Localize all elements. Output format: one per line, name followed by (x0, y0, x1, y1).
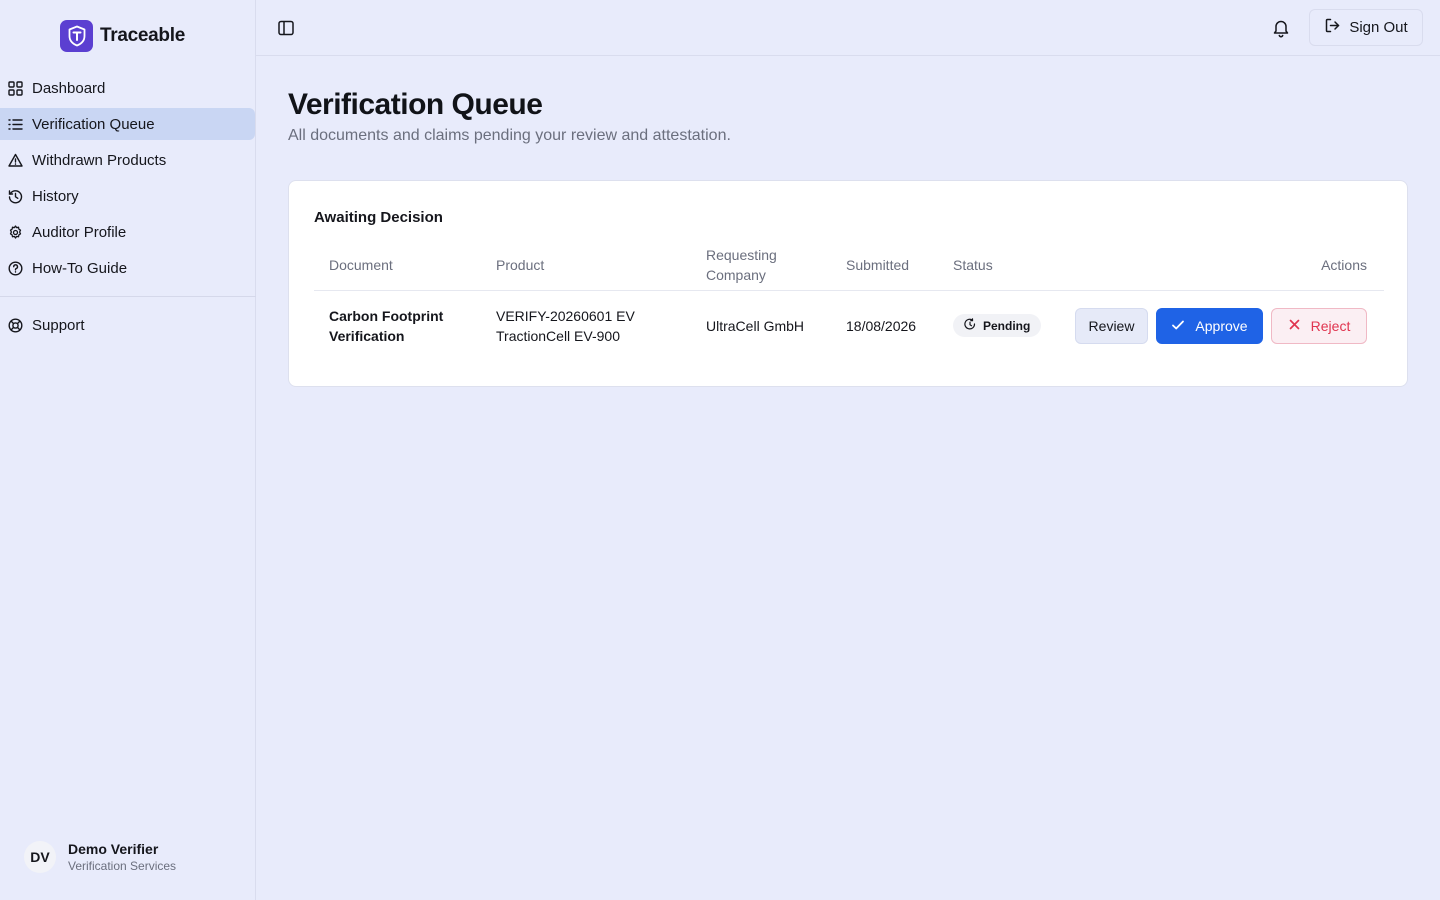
sidebar-item-verification-queue[interactable]: Verification Queue (0, 108, 255, 140)
brand[interactable]: Traceable (60, 20, 185, 52)
sidebar-item-auditor-profile[interactable]: Auditor Profile (0, 216, 255, 248)
column-header-actions: Actions (1321, 257, 1367, 273)
sidebar: Traceable Dashboard Verification Queue W… (0, 0, 256, 900)
bell-icon[interactable] (1272, 18, 1290, 38)
sign-out-button[interactable]: Sign Out (1309, 9, 1423, 46)
help-circle-icon (8, 260, 23, 276)
sidebar-divider (0, 296, 256, 297)
approve-button[interactable]: Approve (1156, 308, 1263, 344)
sidebar-item-history[interactable]: History (0, 180, 255, 212)
user-organization: Verification Services (68, 859, 177, 873)
check-icon (1171, 318, 1185, 335)
topbar: Sign Out (256, 0, 1440, 56)
sidebar-item-label: How-To Guide (32, 259, 128, 277)
warning-triangle-icon (8, 153, 23, 168)
gear-icon (8, 224, 23, 240)
close-icon (1288, 318, 1301, 334)
column-header-status: Status (953, 257, 993, 273)
history-icon (8, 189, 23, 204)
user-info: Demo Verifier Verification Services (68, 840, 176, 874)
approve-button-label: Approve (1195, 318, 1248, 334)
reject-button-label: Reject (1310, 318, 1351, 334)
table-header-divider (314, 290, 1384, 291)
review-button[interactable]: Review (1075, 308, 1148, 344)
status-badge-label: Pending (983, 318, 1031, 333)
sidebar-item-label: Support (32, 316, 85, 334)
avatar: DV (24, 841, 56, 873)
sidebar-item-how-to-guide[interactable]: How-To Guide (0, 252, 255, 284)
column-header-product: Product (496, 257, 545, 273)
cell-product: VERIFY-20260601 EV TractionCell EV-900 (496, 308, 635, 344)
brand-name: Traceable (100, 25, 185, 46)
grid-icon (8, 80, 23, 96)
clock-pending-icon (964, 317, 976, 334)
sidebar-item-support[interactable]: Support (0, 309, 255, 341)
sidebar-nav: Dashboard Verification Queue Withdrawn P… (0, 72, 256, 288)
sidebar-item-label: History (32, 187, 79, 205)
shield-logo-icon (60, 20, 93, 52)
reject-button[interactable]: Reject (1271, 308, 1367, 344)
cell-company: UltraCell GmbH (706, 318, 805, 334)
user-profile[interactable]: DV Demo Verifier Verification Services (24, 840, 176, 874)
sign-out-label: Sign Out (1349, 19, 1408, 36)
sidebar-item-label: Withdrawn Products (32, 151, 167, 169)
cell-document: Carbon Footprint Verification (329, 308, 444, 344)
review-button-label: Review (1088, 318, 1135, 334)
cell-submitted: 18/08/2026 (846, 318, 917, 334)
sidebar-item-label: Dashboard (32, 79, 106, 97)
list-icon (8, 117, 23, 132)
page-title: Verification Queue (288, 88, 543, 121)
sidebar-item-label: Auditor Profile (32, 223, 127, 241)
sidebar-item-label: Verification Queue (32, 115, 155, 133)
page-subtitle: All documents and claims pending your re… (288, 127, 731, 144)
column-header-requesting-company: Requesting Company (706, 247, 777, 283)
sidebar-toggle-icon[interactable] (276, 18, 296, 38)
lifebuoy-icon (8, 317, 23, 333)
support-section: Support (0, 309, 255, 345)
status-badge: Pending (953, 314, 1042, 337)
column-header-submitted: Submitted (846, 257, 910, 273)
column-header-document: Document (329, 257, 393, 273)
sidebar-item-dashboard[interactable]: Dashboard (0, 72, 255, 104)
card-title: Awaiting Decision (314, 209, 443, 226)
user-name: Demo Verifier (68, 841, 159, 857)
sign-out-icon (1324, 17, 1341, 38)
sidebar-item-withdrawn-products[interactable]: Withdrawn Products (0, 144, 255, 176)
awaiting-decision-card: Awaiting Decision Document Product Reque… (288, 180, 1408, 387)
